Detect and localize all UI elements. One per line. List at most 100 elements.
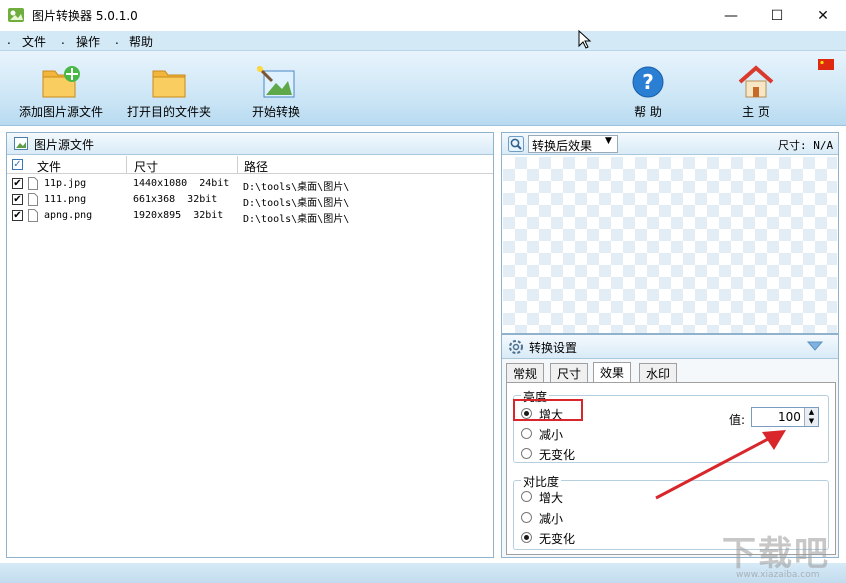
row-checkbox[interactable]: ✔ [12,178,23,189]
spin-up-icon[interactable]: ▲ [804,408,818,417]
help-question-icon: ? [632,66,664,98]
table-row[interactable]: ✔ 111.png 661x368 32bit D:\tools\桌面\图片\ [7,192,493,209]
column-path[interactable]: 路径 [244,158,268,175]
watermark-text: 下载吧 [722,534,830,574]
add-source-label: 添加图片源文件 [18,105,103,119]
close-button[interactable]: ✕ [800,0,846,31]
spin-down-icon[interactable]: ▼ [804,417,818,426]
minimize-button[interactable]: — [708,0,754,31]
file-size: 661x368 32bit [133,194,218,205]
menu-bar: . 文件 . 操作 . 帮助 [0,31,846,51]
contrast-decrease-radio[interactable]: 减小 [521,509,591,527]
magic-wand-image-icon [256,65,295,98]
help-button[interactable]: ? 帮 助 [624,65,672,120]
brightness-decrease-label: 减小 [539,428,564,442]
highlight-box [513,399,583,421]
folder-add-icon [42,66,80,98]
table-row[interactable]: ✔ 11p.jpg 1440x1080 24bit D:\tools\桌面\图片… [7,176,493,193]
file-name: 111.png [44,194,87,205]
watermark-url: www.xiazaiba.com [736,570,820,580]
radio-unselected[interactable] [521,512,532,523]
home-icon [738,65,774,98]
preview-canvas [503,157,837,333]
tab-general[interactable]: 常规 [506,363,545,382]
file-icon [28,193,38,206]
brightness-nochange-label: 无变化 [539,448,576,462]
window-title: 图片转换器 5.0.1.0 [32,9,138,23]
china-flag-icon[interactable] [818,59,834,70]
tab-size[interactable]: 尺寸 [550,363,589,382]
settings-title: 转换设置 [529,341,578,355]
preview-header: 转换后效果 ▼ 尺寸: N/A [502,133,838,155]
tab-watermark[interactable]: 水印 [639,363,678,382]
settings-header: 转换设置 [502,335,838,359]
file-path: D:\tools\桌面\图片\ [243,214,350,225]
file-table-header: ✓ 文件 尺寸 路径 [7,156,493,174]
file-size: 1440x1080 24bit [133,178,230,189]
start-convert-button[interactable]: 开始转换 [238,65,314,120]
collapse-arrow-icon[interactable] [807,341,823,351]
menu-dot: . [61,33,65,47]
toolbar: 添加图片源文件 打开目的文件夹 开始转换 ? 帮 助 主 页 [0,51,846,126]
table-row[interactable]: ✔ apng.png 1920x895 32bit D:\tools\桌面\图片… [7,208,493,225]
site-watermark: 下载吧 www.xiazaiba.com [716,526,844,583]
title-bar: 图片转换器 5.0.1.0 — ☐ ✕ [0,0,846,31]
folder-icon [152,70,186,98]
contrast-increase-label: 增大 [539,491,564,505]
menu-dot: . [7,33,11,47]
open-dest-folder-button[interactable]: 打开目的文件夹 [124,65,214,120]
preview-size: 尺寸: N/A [778,139,834,152]
menu-operate[interactable]: 操作 [76,33,100,50]
preview-mode-value: 转换后效果 [532,139,593,153]
file-path: D:\tools\桌面\图片\ [243,198,350,209]
contrast-decrease-label: 减小 [539,512,564,526]
source-panel-title: 图片源文件 [34,138,95,152]
menu-dot: . [115,33,119,47]
column-size[interactable]: 尺寸 [134,158,158,175]
contrast-nochange-label: 无变化 [539,532,576,546]
mouse-cursor-icon [578,30,592,49]
radio-unselected[interactable] [521,428,532,439]
help-label: 帮 助 [634,105,662,119]
app-icon [8,8,24,22]
file-name: 11p.jpg [44,178,87,189]
file-name: apng.png [44,210,93,221]
image-icon [14,137,28,150]
source-panel-header: 图片源文件 [7,133,493,155]
radio-unselected[interactable] [521,491,532,502]
file-icon [28,177,38,190]
menu-help[interactable]: 帮助 [129,33,153,50]
file-icon [28,209,38,222]
maximize-button[interactable]: ☐ [754,0,800,31]
row-checkbox[interactable]: ✔ [12,210,23,221]
radio-selected[interactable] [521,532,532,543]
brightness-decrease-radio[interactable]: 减小 [521,425,591,443]
file-size: 1920x895 32bit [133,210,224,221]
annotation-arrow-icon [655,430,786,500]
add-source-button[interactable]: 添加图片源文件 [18,65,104,120]
file-path: D:\tools\桌面\图片\ [243,182,350,193]
contrast-nochange-radio[interactable]: 无变化 [521,529,591,547]
radio-unselected[interactable] [521,448,532,459]
row-checkbox[interactable]: ✔ [12,194,23,205]
svg-text:?: ? [642,70,654,94]
magnifier-icon[interactable] [508,136,524,152]
home-button[interactable]: 主 页 [732,65,780,120]
start-convert-label: 开始转换 [251,105,300,119]
gear-icon [509,340,523,354]
settings-tabs: 常规 尺寸 效果 水印 [506,362,836,383]
column-file[interactable]: 文件 [37,158,61,175]
preview-mode-dropdown[interactable]: 转换后效果 ▼ [528,135,618,153]
column-divider [126,156,127,174]
home-label: 主 页 [742,105,770,119]
open-dest-label: 打开目的文件夹 [126,105,211,119]
source-files-panel: 图片源文件 ✓ 文件 尺寸 路径 ✔ 11p.jpg 1440x1080 24b… [6,132,494,558]
select-all-checkbox[interactable]: ✓ [12,159,23,170]
brightness-nochange-radio[interactable]: 无变化 [521,445,591,463]
column-divider [237,156,238,174]
chevron-down-icon: ▼ [605,136,612,146]
menu-file[interactable]: 文件 [22,33,46,50]
tab-effect[interactable]: 效果 [593,362,632,382]
contrast-increase-radio[interactable]: 增大 [521,488,591,506]
preview-panel: 转换后效果 ▼ 尺寸: N/A [501,132,839,334]
